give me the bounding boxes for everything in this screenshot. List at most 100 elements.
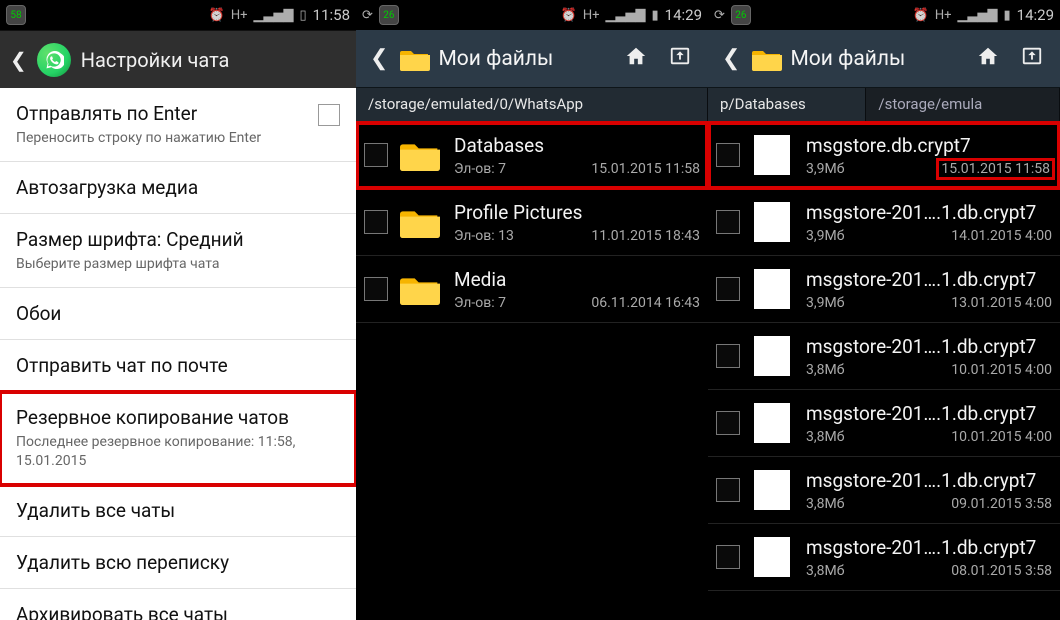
- row-name: msgstore-201….1.db.crypt7: [806, 201, 1052, 224]
- status-bar: ⟳ 26 ⏰ H+ ▁▃▅▇ ▮ 14:29: [356, 0, 708, 30]
- checkbox[interactable]: [716, 545, 740, 569]
- battery-icon: ▮: [1003, 8, 1010, 23]
- row-meta: Эл-ов: 7: [454, 295, 506, 311]
- checkbox[interactable]: [716, 210, 740, 234]
- checkbox[interactable]: [716, 411, 740, 435]
- back-icon[interactable]: ❮: [10, 48, 27, 72]
- up-button[interactable]: [1014, 45, 1050, 72]
- alarm-icon: ⏰: [209, 8, 225, 23]
- folder-icon: [398, 202, 442, 242]
- app-header: ❮ Мои файлы: [708, 30, 1060, 88]
- path-segment[interactable]: p/Databases: [708, 88, 866, 122]
- clock: 14:29: [1017, 6, 1054, 24]
- file-icon: [750, 403, 794, 443]
- file-row[interactable]: msgstore-201….1.db.crypt7 3,9Мб 13.01.2015…: [708, 256, 1060, 323]
- signal-icon: ▁▃▅▇: [253, 8, 293, 23]
- settings-item[interactable]: Обои: [0, 288, 356, 340]
- settings-item[interactable]: Удалить все чаты: [0, 485, 356, 537]
- row-name: msgstore-201….1.db.crypt7: [806, 402, 1052, 425]
- row-name: Media: [454, 268, 700, 291]
- up-button[interactable]: [662, 45, 698, 72]
- row-date: 13.01.2015 4:00: [951, 295, 1052, 311]
- row-date: 14.01.2015 4:00: [951, 228, 1052, 244]
- back-icon[interactable]: ❮: [366, 46, 392, 71]
- notification-badge: 26: [379, 5, 399, 25]
- item-title: Автозагрузка медиа: [16, 176, 340, 199]
- screen-file-manager-whatsapp: ⟳ 26 ⏰ H+ ▁▃▅▇ ▮ 14:29 ❮ Мои файлы: [356, 0, 708, 620]
- settings-item[interactable]: Архивировать все чаты: [0, 589, 356, 620]
- row-name: msgstore-201….1.db.crypt7: [806, 469, 1052, 492]
- alarm-icon: ⏰: [913, 8, 929, 23]
- status-bar: 58 ⏰ H+ ▁▃▅▇ ▯ 11:58: [0, 0, 356, 30]
- settings-item[interactable]: Автозагрузка медиа: [0, 162, 356, 214]
- settings-item[interactable]: Отправить чат по почте: [0, 340, 356, 392]
- row-date: 15.01.2015 11:58: [591, 161, 700, 177]
- file-list: msgstore.db.crypt73,9Мб15.01.2015 11:58m…: [708, 122, 1060, 591]
- notification-badge: 26: [731, 5, 751, 25]
- folder-row[interactable]: Profile PicturesЭл-ов: 1311.01.2015 18:4…: [356, 189, 708, 256]
- item-title: Размер шрифта: Средний: [16, 228, 340, 251]
- folder-row[interactable]: DatabasesЭл-ов: 715.01.2015 11:58: [356, 122, 708, 189]
- row-meta: 3,9Мб: [806, 161, 844, 177]
- row-name: msgstore-201….1.db.crypt7: [806, 536, 1052, 559]
- battery-icon: ▯: [299, 8, 306, 23]
- home-button[interactable]: [970, 45, 1006, 72]
- path-bar: p/Databases /storage/emula: [708, 88, 1060, 122]
- signal-icon: ▁▃▅▇: [605, 8, 645, 23]
- item-title: Отправлять по Enter: [16, 102, 340, 125]
- checkbox[interactable]: [364, 210, 388, 234]
- sync-icon: ⟳: [362, 8, 373, 23]
- path-segment[interactable]: /storage/emulated/0/WhatsApp: [356, 88, 708, 122]
- item-subtitle: Выберите размер шрифта чата: [16, 255, 340, 273]
- whatsapp-logo-icon: [37, 43, 71, 77]
- path-bar: /storage/emulated/0/WhatsApp: [356, 88, 708, 122]
- row-name: msgstore-201….1.db.crypt7: [806, 335, 1052, 358]
- row-meta: 3,9Мб: [806, 295, 844, 311]
- back-icon[interactable]: ❮: [718, 46, 744, 71]
- screen-whatsapp-settings: 58 ⏰ H+ ▁▃▅▇ ▯ 11:58 ❮ Настройки чата От…: [0, 0, 356, 620]
- item-subtitle: Последнее резервное копирование: 11:58, …: [16, 433, 340, 469]
- file-row[interactable]: msgstore-201….1.db.crypt73,8Мб10.01.2015…: [708, 390, 1060, 457]
- file-row[interactable]: msgstore.db.crypt73,9Мб15.01.2015 11:58: [708, 122, 1060, 189]
- row-name: msgstore-201….1.db.crypt7: [806, 268, 1052, 291]
- folder-row[interactable]: MediaЭл-ов: 706.11.2014 16:43: [356, 256, 708, 323]
- status-bar: ⟳ 26 ⏰ H+ ▁▃▅▇ ▮ 14:29: [708, 0, 1060, 30]
- network-type-icon: H+: [583, 8, 600, 23]
- file-icon: [750, 537, 794, 577]
- file-row[interactable]: msgstore-201….1.db.crypt73,8Мб10.01.2015…: [708, 323, 1060, 390]
- clock: 14:29: [665, 6, 702, 24]
- header-title: Настройки чата: [81, 48, 230, 72]
- checkbox[interactable]: [364, 277, 388, 301]
- row-date: 09.01.2015 3:58: [951, 496, 1052, 512]
- checkbox[interactable]: [716, 143, 740, 167]
- file-row[interactable]: msgstore-201….1.db.crypt73,8Мб08.01.2015…: [708, 524, 1060, 591]
- folder-icon: [400, 47, 430, 71]
- settings-item[interactable]: Отправлять по EnterПереносить строку по …: [0, 88, 356, 162]
- checkbox[interactable]: [318, 104, 340, 126]
- item-title: Отправить чат по почте: [16, 354, 340, 377]
- settings-item[interactable]: Резервное копирование чатовПоследнее рез…: [0, 392, 356, 484]
- network-type-icon: H+: [935, 8, 952, 23]
- home-button[interactable]: [618, 45, 654, 72]
- item-title: Удалить все чаты: [16, 499, 340, 522]
- header-title: Мои файлы: [438, 47, 610, 71]
- checkbox[interactable]: [716, 277, 740, 301]
- screen-file-manager-databases: ⟳ 26 ⏰ H+ ▁▃▅▇ ▮ 14:29 ❮ Мои файлы: [708, 0, 1060, 620]
- checkbox[interactable]: [716, 344, 740, 368]
- settings-item[interactable]: Удалить всю переписку: [0, 537, 356, 589]
- row-date: 10.01.2015 4:00: [951, 429, 1052, 445]
- file-row[interactable]: msgstore-201….1.db.crypt73,8Мб09.01.2015…: [708, 457, 1060, 524]
- file-list: DatabasesЭл-ов: 715.01.2015 11:58Profile…: [356, 122, 708, 323]
- item-title: Архивировать все чаты: [16, 603, 340, 620]
- file-icon: [750, 336, 794, 376]
- item-title: Обои: [16, 302, 340, 325]
- row-date: 15.01.2015 11:58: [939, 161, 1052, 177]
- item-title: Удалить всю переписку: [16, 551, 340, 574]
- checkbox[interactable]: [364, 143, 388, 167]
- settings-item[interactable]: Размер шрифта: Средний Выберите размер шр…: [0, 214, 356, 288]
- checkbox[interactable]: [716, 478, 740, 502]
- file-row[interactable]: msgstore-201….1.db.crypt7 3,9Мб 14.01.2015…: [708, 189, 1060, 256]
- row-meta: 3,9Мб: [806, 228, 844, 244]
- path-segment[interactable]: /storage/emula: [866, 88, 1060, 122]
- row-name: Databases: [454, 134, 700, 157]
